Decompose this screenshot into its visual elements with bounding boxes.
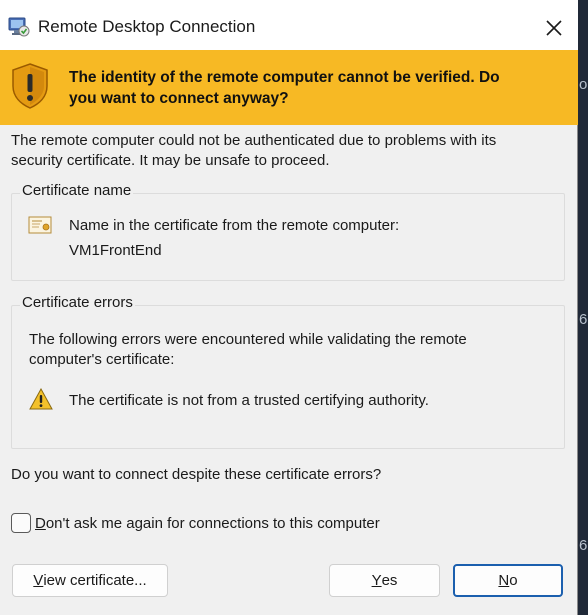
errors-intro: The following errors were encountered wh… bbox=[29, 331, 467, 368]
intro-message: The remote computer could not be authent… bbox=[11, 132, 497, 169]
certificate-name-group: Certificate name Name in the certificate… bbox=[11, 182, 565, 281]
question-text: Do you want to connect despite these cer… bbox=[11, 466, 382, 483]
background-text: o bbox=[579, 76, 588, 93]
checkbox-label[interactable]: Don't ask me again for connections to th… bbox=[35, 515, 380, 532]
certificate-icon bbox=[28, 216, 52, 234]
certificate-name-value: VM1FrontEnd bbox=[69, 242, 162, 259]
certificate-errors-group: Certificate errors The following errors … bbox=[11, 294, 565, 449]
yes-button[interactable]: Yes bbox=[329, 564, 440, 597]
close-icon bbox=[546, 20, 562, 36]
background-text: 6 bbox=[579, 537, 588, 554]
background-text: 6 bbox=[579, 311, 588, 328]
banner-message: The identity of the remote computer cann… bbox=[69, 69, 500, 107]
close-button[interactable] bbox=[532, 8, 576, 48]
checkbox-box[interactable] bbox=[11, 513, 31, 533]
error-item: The certificate is not from a trusted ce… bbox=[69, 392, 429, 409]
view-certificate-button[interactable]: View certificate... bbox=[12, 564, 168, 597]
dont-ask-again-checkbox[interactable]: Don't ask me again for connections to th… bbox=[11, 513, 380, 533]
group-legend: Certificate errors bbox=[20, 294, 135, 311]
remote-desktop-icon bbox=[8, 16, 30, 38]
certificate-name-label: Name in the certificate from the remote … bbox=[69, 217, 400, 234]
title-bar[interactable]: Remote Desktop Connection bbox=[0, 0, 578, 55]
group-legend: Certificate name bbox=[20, 182, 134, 199]
shield-warning-icon bbox=[10, 62, 50, 110]
window-title: Remote Desktop Connection bbox=[38, 17, 256, 36]
warning-icon bbox=[29, 387, 53, 410]
no-button[interactable]: No bbox=[453, 564, 563, 597]
rdp-certificate-dialog: Remote Desktop Connection The identity o… bbox=[0, 0, 578, 615]
